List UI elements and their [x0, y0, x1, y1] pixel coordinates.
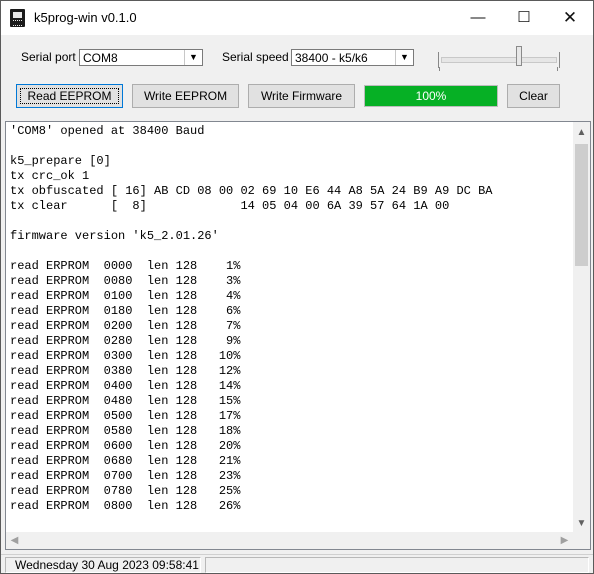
read-eeprom-button[interactable]: Read EEPROM [16, 84, 123, 108]
vertical-scroll-thumb[interactable] [575, 144, 588, 266]
scroll-right-icon[interactable]: ▶ [556, 532, 573, 549]
log-line: k5_prepare [0] [10, 154, 111, 168]
clear-label: Clear [519, 89, 548, 103]
log-line: read ERPROM 0380 len 128 12% [10, 364, 241, 378]
log-line: read ERPROM 0180 len 128 6% [10, 304, 241, 318]
radio-app-icon [10, 9, 25, 27]
serial-speed-label: Serial speed [222, 50, 289, 64]
serial-port-select[interactable]: COM8 ▼ [79, 49, 203, 66]
log-line: tx clear [ 8] 14 05 04 00 6A 39 57 64 1A… [10, 199, 450, 213]
write-eeprom-button[interactable]: Write EEPROM [132, 84, 239, 108]
log-line: read ERPROM 0300 len 128 10% [10, 349, 241, 363]
clear-button[interactable]: Clear [507, 84, 560, 108]
close-icon: ✕ [562, 8, 578, 27]
status-bar: Wednesday 30 Aug 2023 09:58:41 [1, 554, 593, 573]
serial-port-value: COM8 [83, 51, 118, 65]
log-line: read ERPROM 0500 len 128 17% [10, 409, 241, 423]
close-button[interactable]: ✕ [547, 1, 593, 35]
scrollbar-corner [573, 532, 590, 549]
log-line: 'COM8' opened at 38400 Baud [10, 124, 205, 138]
horizontal-scrollbar[interactable]: ◀ ▶ [6, 532, 573, 549]
log-text: 'COM8' opened at 38400 Baud k5_prepare [… [10, 124, 492, 514]
slider-tick [557, 67, 558, 71]
log-line: read ERPROM 0400 len 128 14% [10, 379, 241, 393]
log-line: read ERPROM 0100 len 128 4% [10, 289, 241, 303]
maximize-icon: ☐ [517, 9, 531, 26]
serial-speed-select[interactable]: 38400 - k5/k6 ▼ [291, 49, 414, 66]
log-line: read ERPROM 0680 len 128 21% [10, 454, 241, 468]
log-output[interactable]: 'COM8' opened at 38400 Baud k5_prepare [… [5, 121, 591, 550]
log-line: read ERPROM 0000 len 128 1% [10, 259, 241, 273]
minimize-button[interactable]: — [455, 1, 501, 35]
scroll-up-icon[interactable]: ▲ [573, 124, 590, 141]
serial-port-label: Serial port [21, 50, 76, 64]
progress-bar: 100% [364, 85, 498, 107]
scroll-left-icon[interactable]: ◀ [6, 532, 23, 549]
log-line: read ERPROM 0480 len 128 15% [10, 394, 241, 408]
slider-track[interactable] [438, 52, 560, 68]
status-panel-empty [205, 557, 589, 573]
window-title: k5prog-win v0.1.0 [34, 10, 137, 25]
log-line: read ERPROM 0080 len 128 3% [10, 274, 241, 288]
title-bar[interactable]: k5prog-win v0.1.0 — ☐ ✕ [1, 1, 593, 35]
log-line: read ERPROM 0580 len 128 18% [10, 424, 241, 438]
vertical-scrollbar[interactable]: ▲ ▼ [573, 122, 590, 532]
log-line: read ERPROM 0700 len 128 23% [10, 469, 241, 483]
scroll-down-icon[interactable]: ▼ [573, 515, 590, 532]
slider-tick [439, 67, 440, 71]
chevron-down-icon[interactable]: ▼ [184, 50, 202, 65]
log-line: tx crc_ok 1 [10, 169, 90, 183]
log-line: read ERPROM 0280 len 128 9% [10, 334, 241, 348]
maximize-button[interactable]: ☐ [501, 1, 547, 35]
serial-speed-value: 38400 - k5/k6 [295, 51, 368, 65]
log-line: read ERPROM 0780 len 128 25% [10, 484, 241, 498]
write-firmware-label: Write Firmware [260, 89, 343, 103]
chevron-down-icon[interactable]: ▼ [395, 50, 413, 65]
log-line: read ERPROM 0800 len 128 26% [10, 499, 241, 513]
slider-thumb[interactable] [516, 46, 522, 66]
log-line: firmware version 'k5_2.01.26' [10, 229, 219, 243]
progress-text: 100% [415, 89, 447, 103]
write-firmware-button[interactable]: Write Firmware [248, 84, 355, 108]
log-line: read ERPROM 0600 len 128 20% [10, 439, 241, 453]
log-line: read ERPROM 0200 len 128 7% [10, 319, 241, 333]
app-window: k5prog-win v0.1.0 — ☐ ✕ Serial port COM8… [0, 0, 594, 574]
write-eeprom-label: Write EEPROM [143, 89, 228, 103]
status-datetime: Wednesday 30 Aug 2023 09:58:41 [5, 557, 201, 573]
log-line: tx obfuscated [ 16] AB CD 08 00 02 69 10… [10, 184, 493, 198]
minimize-icon: — [470, 9, 486, 26]
